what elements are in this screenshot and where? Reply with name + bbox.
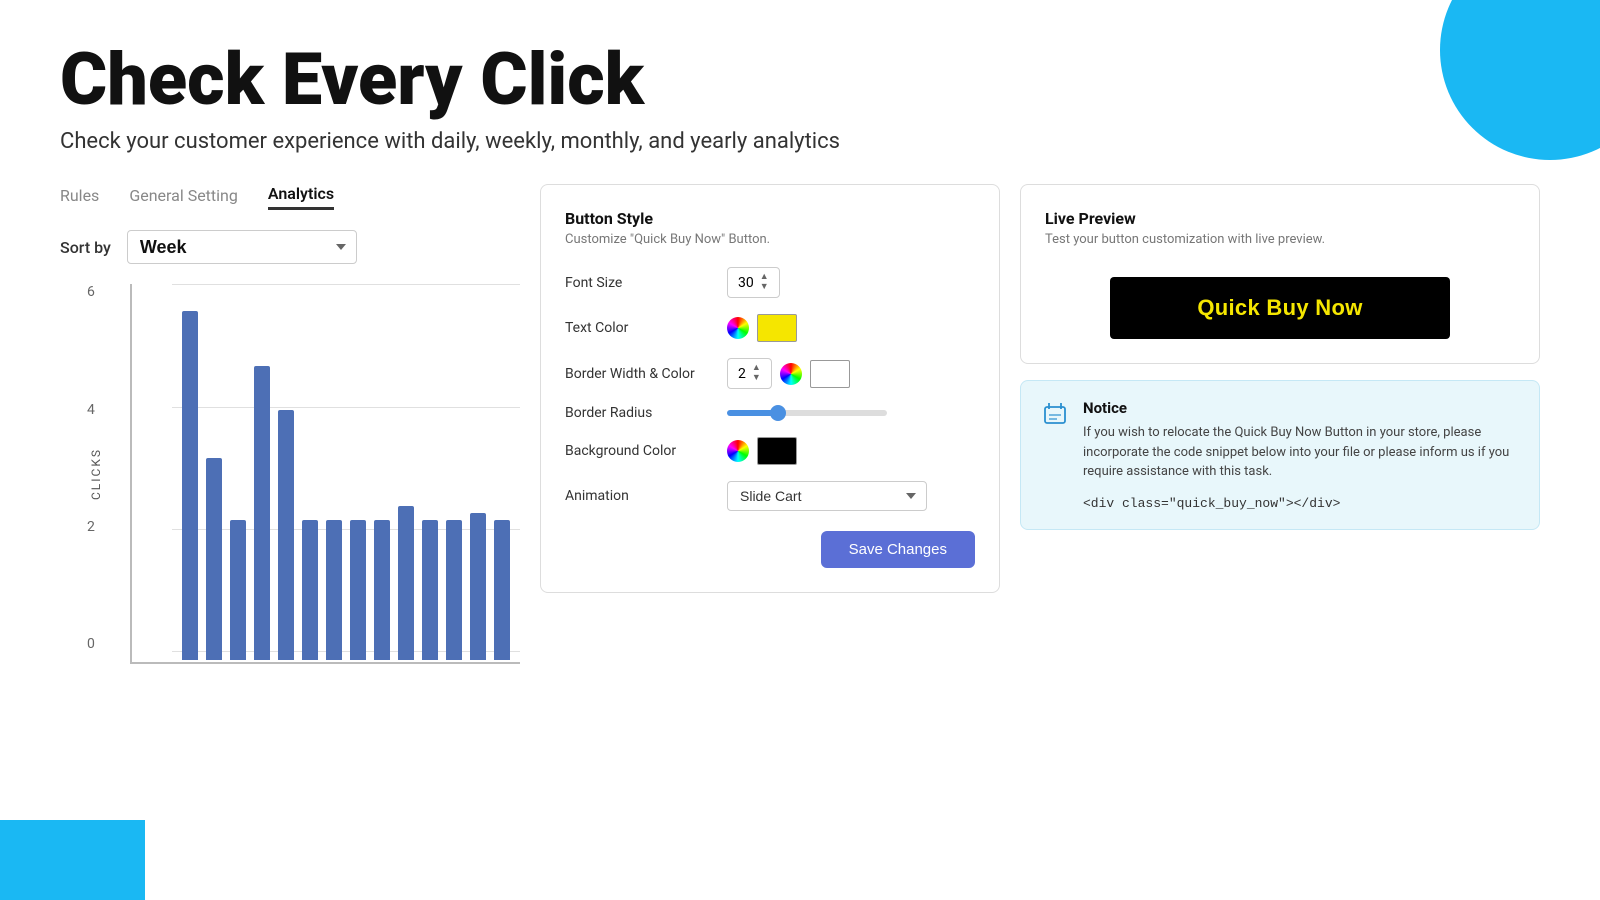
left-panel: Rules General Setting Analytics Sort by … bbox=[60, 184, 520, 664]
notice-content: Notice If you wish to relocate the Quick… bbox=[1083, 399, 1519, 511]
border-width-input[interactable]: 2 ▲ ▼ bbox=[727, 358, 772, 389]
bar-4 bbox=[254, 366, 270, 660]
background-color-row: Background Color bbox=[565, 437, 975, 465]
header-section: Check Every Click Check your customer ex… bbox=[60, 40, 1540, 154]
bar-2 bbox=[206, 458, 222, 660]
live-preview-card: Live Preview Test your button customizat… bbox=[1020, 184, 1540, 364]
grid-line-6 bbox=[172, 284, 520, 285]
notice-icon bbox=[1041, 401, 1069, 429]
button-style-panel: Button Style Customize "Quick Buy Now" B… bbox=[540, 184, 1000, 593]
tabs-row: Rules General Setting Analytics bbox=[60, 184, 520, 210]
border-control: 2 ▲ ▼ bbox=[727, 358, 850, 389]
quick-buy-now-button[interactable]: Quick Buy Now bbox=[1110, 277, 1450, 339]
font-size-value: 30 bbox=[738, 275, 754, 291]
subtitle: Check your customer experience with dail… bbox=[60, 129, 1540, 154]
text-color-row: Text Color bbox=[565, 314, 975, 342]
y-axis-labels: 0 2 4 6 bbox=[87, 284, 95, 662]
background-color-label: Background Color bbox=[565, 443, 715, 459]
notice-text: If you wish to relocate the Quick Buy No… bbox=[1083, 423, 1519, 482]
bar-11 bbox=[422, 520, 438, 660]
sort-select[interactable]: Week Day Month Year bbox=[127, 230, 357, 264]
text-color-swatch[interactable] bbox=[757, 314, 797, 342]
notice-icon-wrap bbox=[1041, 401, 1069, 511]
notice-card: Notice If you wish to relocate the Quick… bbox=[1020, 380, 1540, 530]
font-size-control: 30 ▲ ▼ bbox=[727, 267, 780, 298]
save-btn-row: Save Changes bbox=[565, 531, 975, 568]
bar-14 bbox=[494, 520, 510, 660]
animation-row: Animation Slide Cart None Bounce Fade bbox=[565, 481, 975, 511]
main-content: Rules General Setting Analytics Sort by … bbox=[60, 184, 1540, 664]
button-style-subtitle: Customize "Quick Buy Now" Button. bbox=[565, 232, 975, 247]
y-label-0: 0 bbox=[87, 636, 95, 652]
notice-code: <div class="quick_buy_now"></div> bbox=[1083, 496, 1340, 511]
bg-color-picker-icon[interactable] bbox=[727, 440, 749, 462]
bar-3 bbox=[230, 520, 246, 660]
bar-13 bbox=[470, 513, 486, 660]
animation-label: Animation bbox=[565, 488, 715, 504]
bar-12 bbox=[446, 520, 462, 660]
right-panel: Live Preview Test your button customizat… bbox=[1020, 184, 1540, 664]
live-preview-subtitle: Test your button customization with live… bbox=[1045, 232, 1515, 247]
live-preview-title: Live Preview bbox=[1045, 209, 1515, 228]
background-color-control bbox=[727, 437, 797, 465]
animation-select[interactable]: Slide Cart None Bounce Fade bbox=[727, 481, 927, 511]
font-size-row: Font Size 30 ▲ ▼ bbox=[565, 267, 975, 298]
y-label-2: 2 bbox=[87, 519, 95, 535]
font-size-label: Font Size bbox=[565, 275, 715, 291]
y-label-4: 4 bbox=[87, 402, 95, 418]
notice-title: Notice bbox=[1083, 399, 1519, 417]
font-size-input[interactable]: 30 ▲ ▼ bbox=[727, 267, 780, 298]
bar-7 bbox=[326, 520, 342, 660]
border-row: Border Width & Color 2 ▲ ▼ bbox=[565, 358, 975, 389]
main-title: Check Every Click bbox=[60, 40, 1540, 119]
border-width-value: 2 bbox=[738, 366, 746, 382]
border-width-stepper[interactable]: ▲ ▼ bbox=[752, 364, 761, 383]
tab-rules[interactable]: Rules bbox=[60, 186, 99, 209]
y-label-6: 6 bbox=[87, 284, 95, 300]
save-changes-button[interactable]: Save Changes bbox=[821, 531, 975, 568]
button-style-title: Button Style bbox=[565, 209, 975, 228]
bar-9 bbox=[374, 520, 390, 660]
chart-area: 0 2 4 6 bbox=[130, 284, 520, 664]
bg-color-swatch[interactable] bbox=[757, 437, 797, 465]
tab-general-setting[interactable]: General Setting bbox=[129, 186, 238, 209]
text-color-picker-icon[interactable] bbox=[727, 317, 749, 339]
bar-10 bbox=[398, 506, 414, 661]
border-radius-slider-container bbox=[727, 410, 887, 416]
bars-container bbox=[172, 292, 520, 660]
bar-5 bbox=[278, 410, 294, 660]
sort-row: Sort by Week Day Month Year bbox=[60, 230, 520, 264]
bottom-left-rect-decoration bbox=[0, 820, 145, 900]
border-radius-row: Border Radius bbox=[565, 405, 975, 421]
text-color-label: Text Color bbox=[565, 320, 715, 336]
border-radius-label: Border Radius bbox=[565, 405, 715, 421]
sort-label: Sort by bbox=[60, 238, 111, 257]
border-label: Border Width & Color bbox=[565, 366, 715, 382]
tab-analytics[interactable]: Analytics bbox=[268, 184, 334, 210]
bar-8 bbox=[350, 520, 366, 660]
border-radius-slider[interactable] bbox=[727, 410, 887, 416]
bar-6 bbox=[302, 520, 318, 660]
border-color-swatch[interactable] bbox=[810, 360, 850, 388]
border-color-picker-icon[interactable] bbox=[780, 363, 802, 385]
font-size-stepper[interactable]: ▲ ▼ bbox=[760, 273, 769, 292]
text-color-control bbox=[727, 314, 797, 342]
bar-1 bbox=[182, 311, 198, 661]
